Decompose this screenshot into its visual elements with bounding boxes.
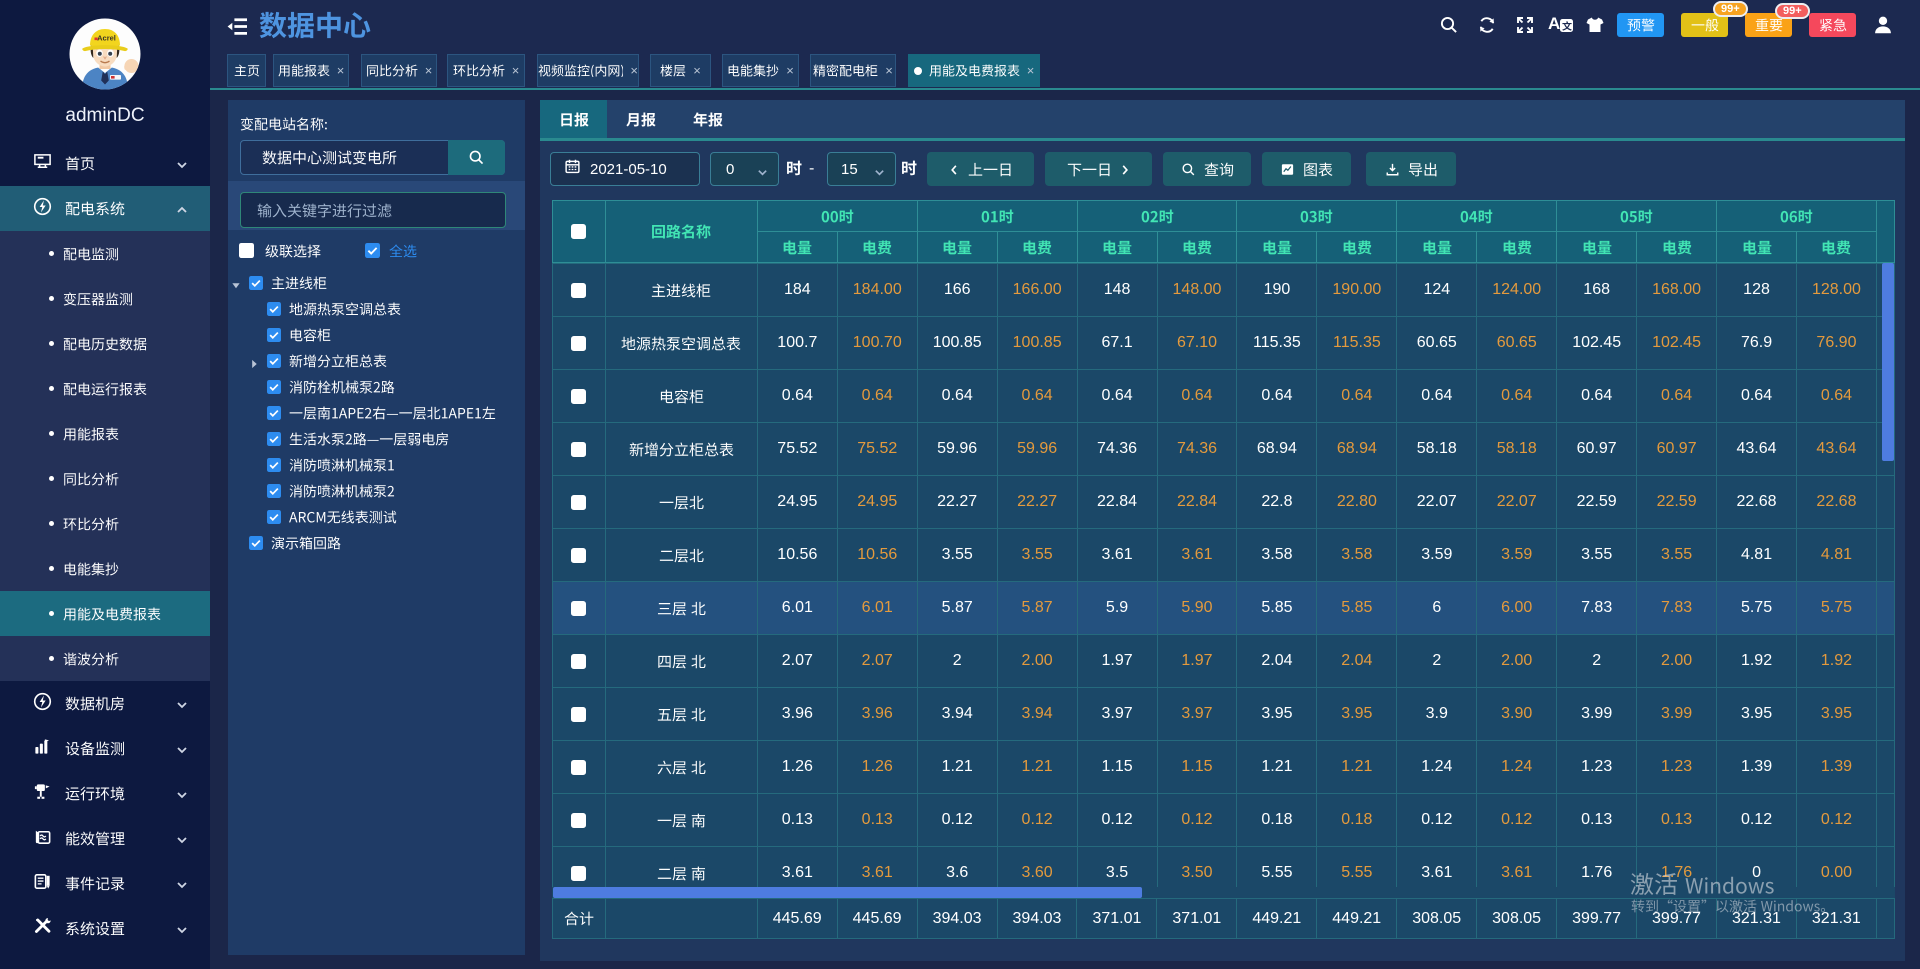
svg-text:Acrel: Acrel	[97, 34, 116, 43]
